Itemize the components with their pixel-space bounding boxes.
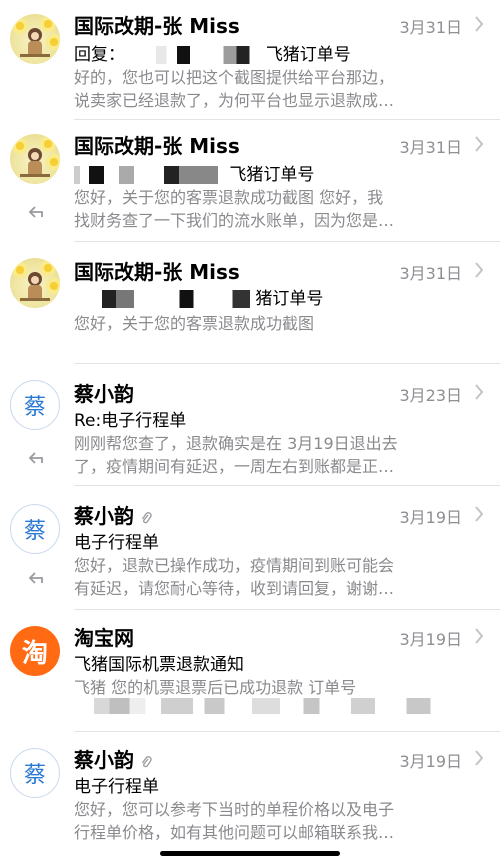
mail-item[interactable]: 国际改期-张 Miss 3月31日 回复： 飞猪订单号 好的，您也可以把这个截图… [0, 0, 500, 120]
preview-line: 您好，您可以参考下当时的单程价格以及电子 [74, 800, 395, 819]
mail-preview: 您好，关于您的客票退款成功截图 [74, 312, 469, 335]
chevron-right-icon [475, 136, 484, 152]
chevron-right-icon [475, 750, 484, 766]
mail-preview: 刚刚帮您查了，退款确实是在 3月19日退出去 了，疫情期间有延迟，一周左右到账都… [74, 432, 469, 478]
mail-date: 3月19日 [399, 752, 462, 771]
mail-preview: 您好，退款已操作成功，疫情期间到账可能会 有延迟，请您耐心等待，收到请回复，谢谢… [74, 554, 469, 600]
preview-line: 飞猪 您的机票退票后已成功退款 订单号 [74, 678, 357, 697]
chevron-right-icon [475, 384, 484, 400]
mail-preview: 您好，关于您的客票退款成功截图 您好，我 找财务查了一下我们的流水账单，因为您是… [74, 186, 469, 232]
mail-preview: 好的，您也可以把这个截图提供给平台那边， 说卖家已经退款了，为何平台也显示退款成… [74, 66, 469, 112]
avatar: 蔡 [10, 748, 60, 798]
reply-arrow-icon [28, 452, 43, 464]
mail-date: 3月23日 [399, 386, 462, 405]
mail-date: 3月19日 [399, 508, 462, 527]
mail-preview: 您好，您可以参考下当时的单程价格以及电子 行程单价格，如有其他问题可以邮箱联系我… [74, 798, 469, 844]
mail-date: 3月19日 [399, 630, 462, 649]
mail-subject: 飞猪订单号 [74, 160, 314, 185]
mail-item[interactable]: 国际改期-张 Miss 3月31日 飞猪订单号 您好，关于您的客票退款成功截图 … [0, 120, 500, 242]
avatar: 蔡 [10, 504, 60, 554]
preview-line: 您好，关于您的客票退款成功截图 您好，我 [74, 188, 384, 207]
redacted-block [74, 290, 250, 308]
sender-name: 蔡小韵 [74, 382, 134, 406]
mail-item[interactable]: 国际改期-张 Miss 3月31日 猪订单号 您好，关于您的客票退款成功截图 [0, 242, 500, 364]
subject-suffix: 飞猪订单号 [265, 45, 351, 65]
chevron-right-icon [475, 628, 484, 644]
redacted-block [74, 166, 224, 184]
redacted-block [74, 698, 470, 714]
sender-label: 蔡小韵 [74, 748, 134, 772]
subject-suffix: 飞猪订单号 [229, 165, 315, 185]
mail-date: 3月31日 [399, 138, 462, 157]
mail-subject: 飞猪国际机票退款通知 [74, 655, 244, 675]
preview-line: 说卖家已经退款了，为何平台也显示退款成… [74, 91, 395, 110]
sender-label: 蔡小韵 [74, 504, 134, 528]
mail-item[interactable]: 淘 淘宝网 3月19日 飞猪国际机票退款通知 飞猪 您的机票退票后已成功退款 订… [0, 610, 500, 732]
preview-line: 有延迟，请您耐心等待，收到请回复，谢谢… [74, 579, 395, 598]
home-indicator[interactable] [160, 851, 340, 856]
subject-prefix: 回复： [74, 45, 125, 65]
preview-line: 了，疫情期间有延迟，一周左右到账都是正… [74, 457, 395, 476]
reply-arrow-icon [28, 572, 43, 584]
preview-line: 您好，关于您的客票退款成功截图 [74, 314, 315, 333]
sender-name: 国际改期-张 Miss [74, 260, 240, 284]
chevron-right-icon [475, 16, 484, 32]
redacted-block [130, 46, 261, 64]
reply-arrow-icon [28, 206, 43, 218]
avatar: 蔡 [10, 380, 60, 430]
mail-subject: Re:电子行程单 [74, 411, 187, 431]
sender-name: 蔡小韵 [74, 500, 152, 529]
sender-name: 国际改期-张 Miss [74, 14, 240, 38]
chevron-right-icon [475, 506, 484, 522]
avatar [10, 14, 60, 64]
mail-subject: 电子行程单 [74, 777, 159, 797]
paperclip-icon [141, 755, 152, 767]
mail-item[interactable]: 蔡 蔡小韵 3月19日 电子行程单 您好，退款已操作成功，疫情期间到账可能会 有… [0, 486, 500, 610]
mail-subject: 电子行程单 [74, 533, 159, 553]
preview-line: 刚刚帮您查了，退款确实是在 3月19日退出去 [74, 434, 398, 453]
preview-line: 找财务查了一下我们的流水账单，因为您是… [74, 211, 395, 230]
mail-subject: 猪订单号 [74, 284, 323, 309]
sender-name: 淘宝网 [74, 626, 134, 650]
mail-date: 3月31日 [399, 18, 462, 37]
preview-line: 您好，退款已操作成功，疫情期间到账可能会 [74, 556, 395, 575]
avatar [10, 134, 60, 184]
avatar [10, 258, 60, 308]
paperclip-icon [141, 511, 152, 523]
mail-item[interactable]: 蔡 蔡小韵 3月23日 Re:电子行程单 刚刚帮您查了，退款确实是在 3月19日… [0, 364, 500, 486]
chevron-right-icon [475, 262, 484, 278]
mail-item[interactable]: 蔡 蔡小韵 3月19日 电子行程单 您好，您可以参考下当时的单程价格以及电子 行… [0, 732, 500, 862]
subject-suffix: 猪订单号 [255, 289, 324, 309]
mail-subject: 回复： 飞猪订单号 [74, 40, 351, 65]
sender-name: 蔡小韵 [74, 744, 152, 773]
sender-name: 国际改期-张 Miss [74, 134, 240, 158]
mail-preview: 飞猪 您的机票退票后已成功退款 订单号 [74, 676, 469, 699]
preview-line: 行程单价格，如有其他问题可以邮箱联系我… [74, 823, 395, 842]
taobao-logo-icon: 淘 [10, 626, 60, 676]
mail-date: 3月31日 [399, 264, 462, 283]
preview-line: 好的，您也可以把这个截图提供给平台那边， [74, 68, 395, 87]
